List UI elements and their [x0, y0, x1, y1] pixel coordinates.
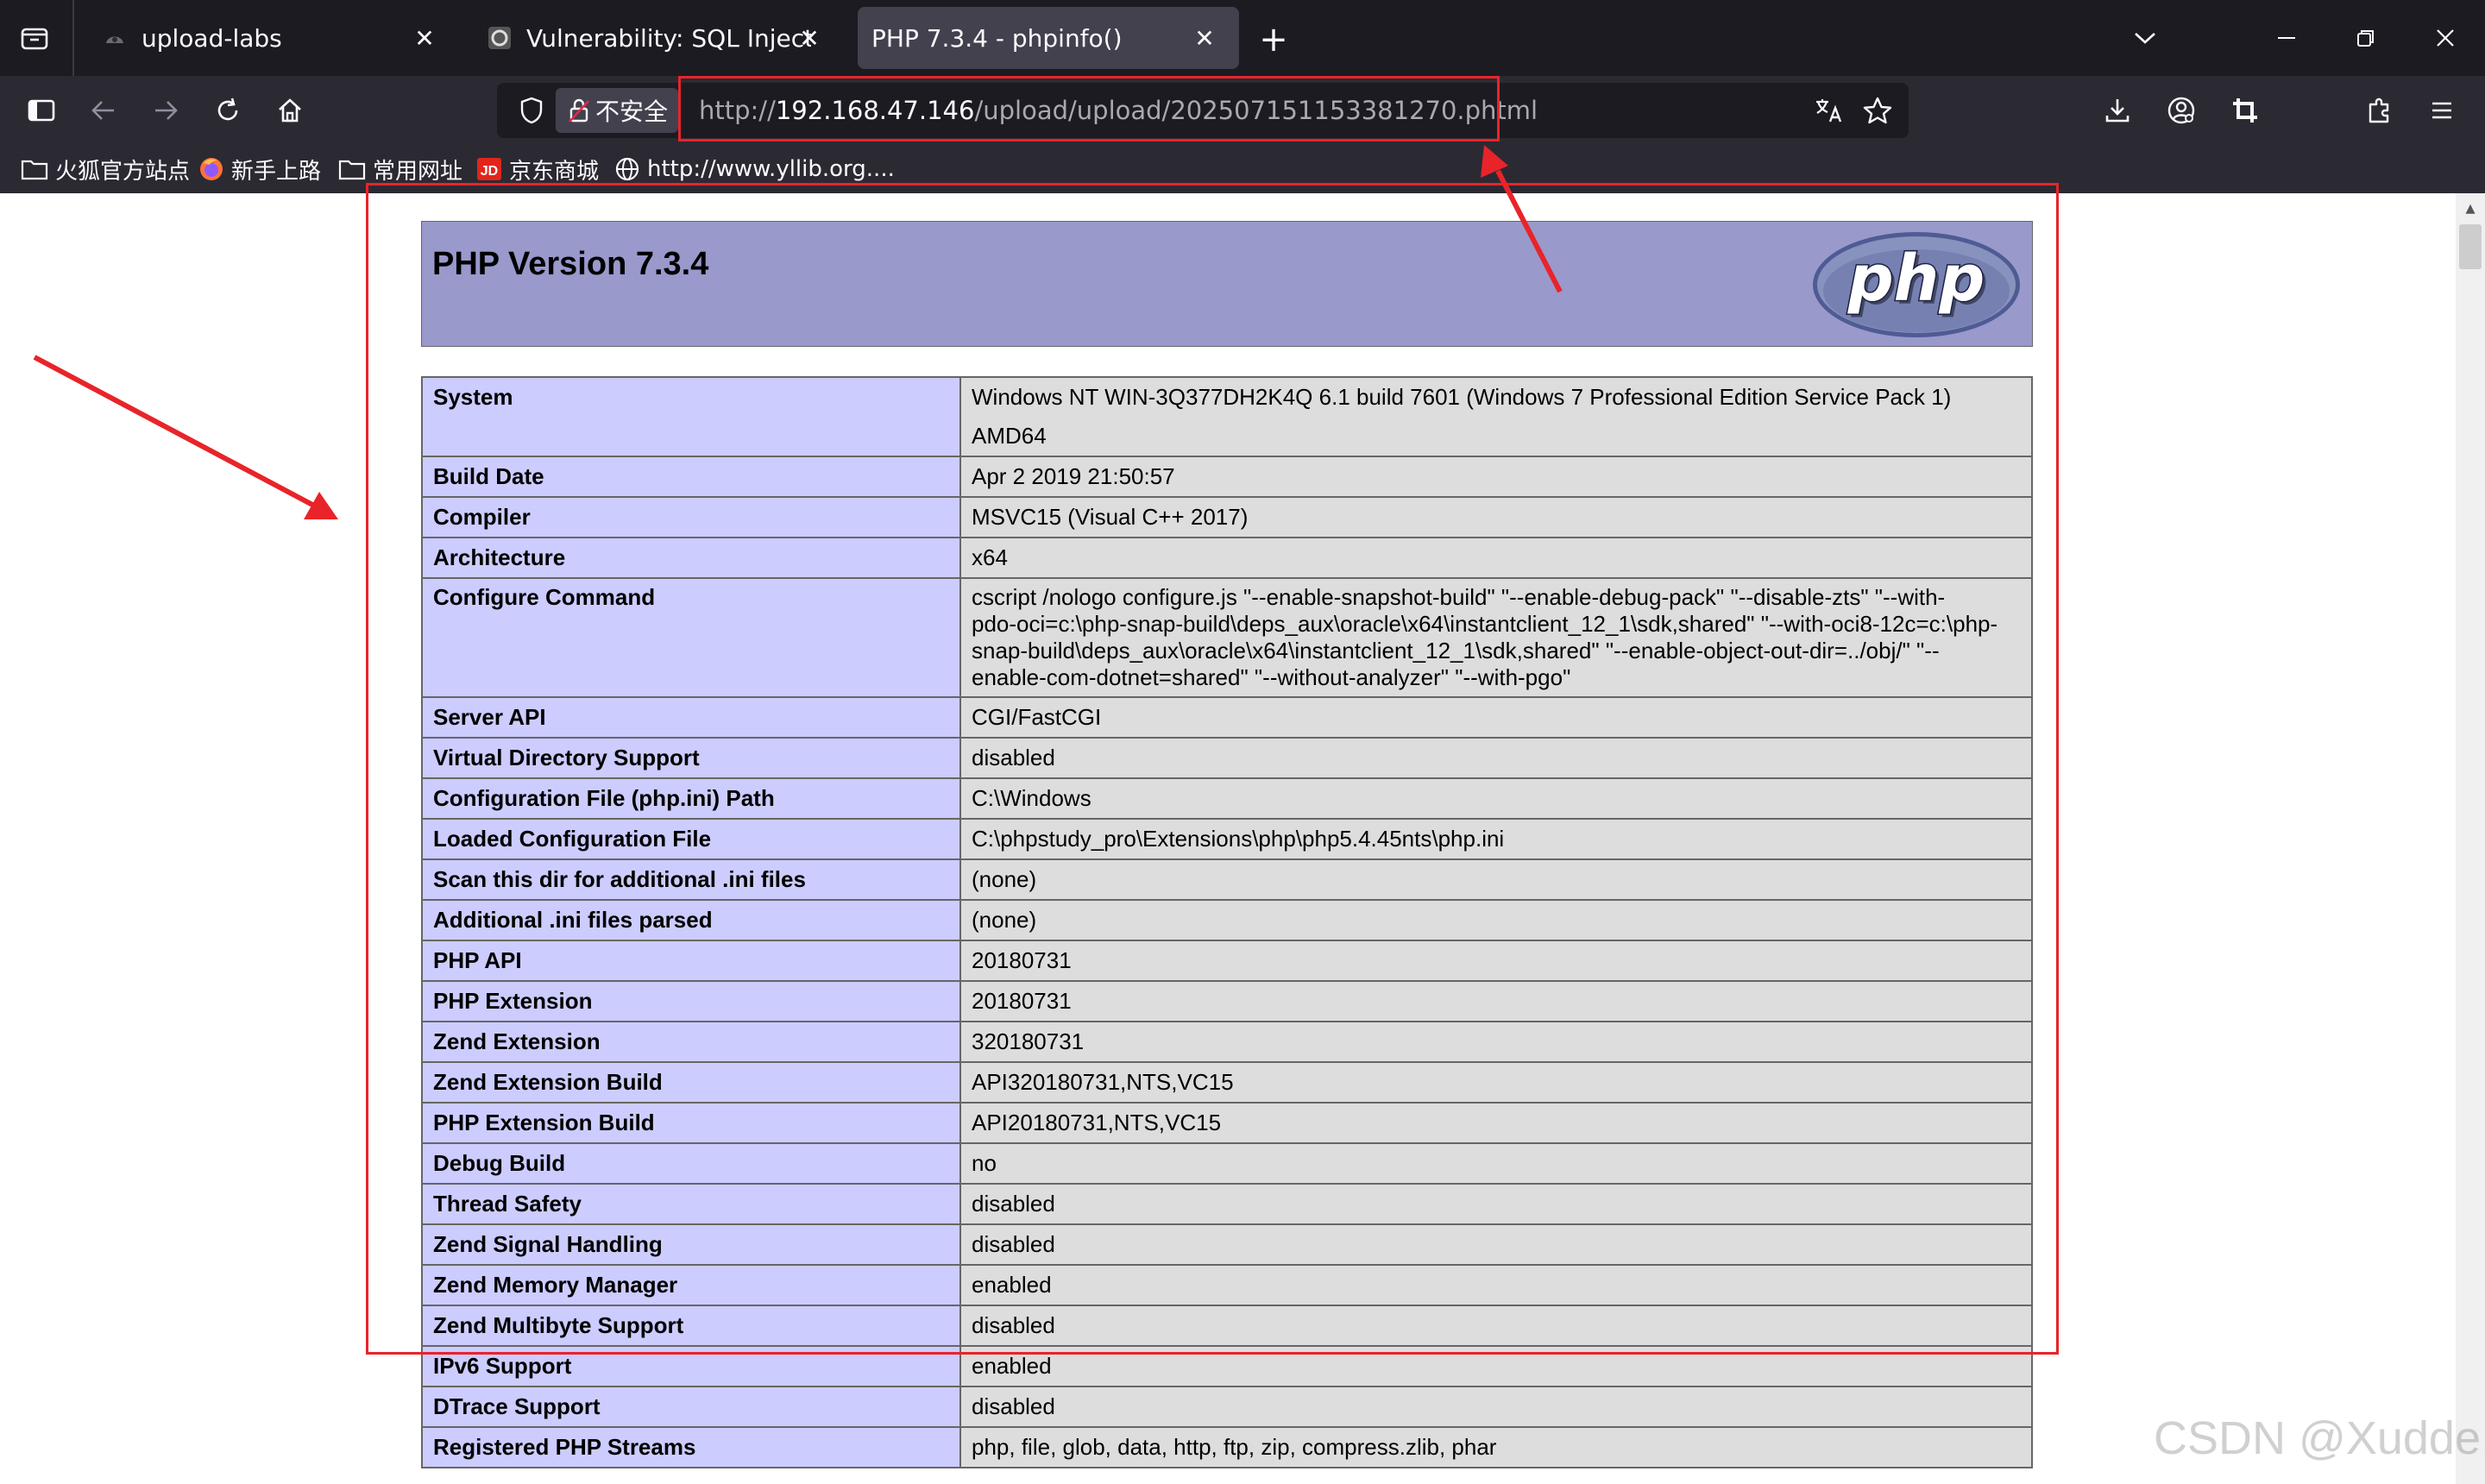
- tab-strip: upload-labs ✕ Vulnerability: SQL Injecti…: [0, 0, 2485, 76]
- table-row: Registered PHP Streams php, file, glob, d…: [421, 1426, 2033, 1468]
- sidebar-button[interactable]: [19, 90, 64, 131]
- setting-name: Registered PHP Streams: [421, 1426, 961, 1468]
- tab-sql-injection[interactable]: Vulnerability: SQL Injection :: ✕: [468, 7, 844, 69]
- tab-separator: [72, 0, 74, 76]
- connection-not-secure-button[interactable]: 不安全: [556, 88, 678, 133]
- tab-title: upload-labs: [142, 23, 282, 53]
- firefox-icon: [198, 156, 224, 182]
- app-menu-button[interactable]: [2419, 90, 2464, 131]
- close-window-button[interactable]: [2419, 19, 2471, 57]
- forward-button[interactable]: [143, 90, 188, 131]
- crop-icon: [2233, 98, 2257, 123]
- bookmark-label: 京东商城: [509, 158, 600, 185]
- annotation-box-phpinfo: [366, 183, 2059, 1355]
- security-label: 不安全: [595, 97, 669, 126]
- setting-value: php, file, glob, data, http, ftp, zip, c…: [959, 1426, 2033, 1468]
- screenshot-button[interactable]: [2223, 90, 2268, 131]
- tab-title: Vulnerability: SQL Injection ::: [526, 23, 811, 53]
- tab-list-button[interactable]: [10, 17, 59, 59]
- page-scrollbar[interactable]: ▴: [2456, 193, 2485, 1484]
- minimize-button[interactable]: [2261, 19, 2312, 57]
- bookmark-label: 常用网址: [373, 158, 463, 185]
- extensions-button[interactable]: [2357, 90, 2402, 131]
- jd-icon: JD: [476, 156, 502, 182]
- tab-title: PHP 7.3.4 - phpinfo(): [871, 23, 1123, 53]
- list-all-tabs-button[interactable]: [2119, 19, 2171, 57]
- setting-value: disabled: [959, 1386, 2033, 1428]
- scrollbar-thumb[interactable]: [2459, 224, 2482, 269]
- close-tab-icon[interactable]: ✕: [409, 22, 440, 53]
- hamburger-menu-icon: [2432, 102, 2451, 119]
- bookmark-folder-firefox-sites[interactable]: 火狐官方站点: [21, 148, 190, 190]
- annotation-box-url: [678, 76, 1500, 141]
- restore-icon: [2357, 30, 2374, 47]
- plus-icon: +: [1259, 20, 1288, 60]
- close-tab-icon[interactable]: ✕: [794, 22, 825, 53]
- bookmark-label: 火狐官方站点: [55, 158, 191, 185]
- tab-upload-labs[interactable]: upload-labs ✕: [83, 7, 459, 69]
- arrow-left-icon: [91, 101, 114, 120]
- lock-insecure-icon: [568, 97, 590, 123]
- home-icon: [279, 98, 301, 123]
- page-favicon-icon: [102, 25, 128, 51]
- setting-name: DTrace Support: [421, 1386, 961, 1428]
- minimize-icon: [2278, 37, 2295, 39]
- reload-button[interactable]: [205, 90, 250, 131]
- bookmark-label: http://www.yllib.org....: [647, 156, 895, 182]
- close-icon: [2437, 29, 2454, 47]
- back-button[interactable]: [81, 90, 126, 131]
- reload-icon: [217, 97, 238, 121]
- puzzle-icon: [2369, 97, 2389, 123]
- restore-button[interactable]: [2340, 19, 2392, 57]
- account-icon: [2167, 97, 2195, 124]
- folder-icon: [338, 158, 366, 180]
- tracking-protection-button[interactable]: [509, 90, 554, 131]
- close-tab-icon[interactable]: ✕: [1189, 22, 1220, 53]
- download-icon: [2105, 99, 2130, 123]
- tab-phpinfo[interactable]: PHP 7.3.4 - phpinfo() ✕: [858, 7, 1239, 69]
- chevron-down-icon: [2135, 33, 2155, 44]
- scroll-up-arrow-icon[interactable]: ▴: [2459, 198, 2482, 219]
- globe-icon: [614, 156, 640, 182]
- translate-button[interactable]: [1807, 90, 1852, 131]
- bookmark-getting-started[interactable]: 新手上路: [198, 148, 321, 190]
- bookmark-label: 新手上路: [231, 158, 322, 185]
- home-button[interactable]: [267, 90, 312, 131]
- translate-icon: [1816, 99, 1842, 123]
- svg-text:JD: JD: [481, 164, 498, 179]
- star-icon: [1863, 97, 1892, 124]
- shield-icon: [520, 97, 543, 124]
- table-row: DTrace Support disabled: [421, 1386, 2033, 1428]
- bookmark-page-button[interactable]: [1855, 90, 1900, 131]
- folder-icon: [21, 158, 48, 180]
- csdn-watermark: CSDN @Xudde.: [2154, 1412, 2485, 1464]
- tab-overview-icon: [21, 28, 48, 50]
- sidebar-icon: [28, 99, 55, 122]
- account-button[interactable]: [2159, 90, 2204, 131]
- new-tab-button[interactable]: +: [1253, 19, 1294, 60]
- arrow-right-icon: [155, 101, 178, 120]
- downloads-button[interactable]: [2095, 90, 2140, 131]
- dvwa-favicon-icon: [487, 25, 513, 51]
